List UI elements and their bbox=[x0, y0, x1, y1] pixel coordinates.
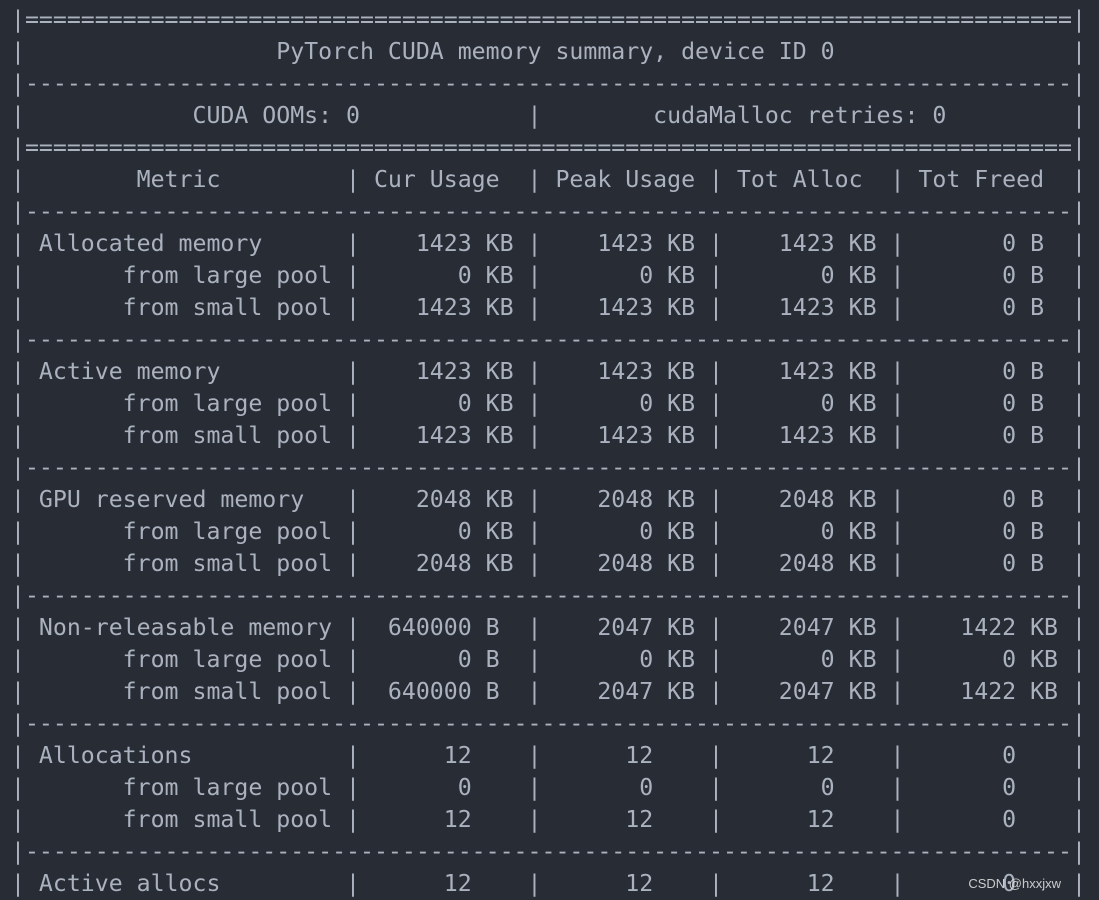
terminal-output: |=======================================… bbox=[11, 4, 1086, 900]
table-divider: |=======================================… bbox=[11, 134, 1086, 161]
table-row: | from small pool | 1423 KB | 1423 KB | … bbox=[11, 422, 1086, 449]
table-row: | from large pool | 0 KB | 0 KB | 0 KB |… bbox=[11, 518, 1086, 545]
table-row: | Active memory | 1423 KB | 1423 KB | 14… bbox=[11, 358, 1086, 385]
table-row: | GPU reserved memory | 2048 KB | 2048 K… bbox=[11, 486, 1086, 513]
table-divider: |---------------------------------------… bbox=[11, 454, 1086, 481]
table-divider: |---------------------------------------… bbox=[11, 838, 1086, 865]
table-row: | from small pool | 1423 KB | 1423 KB | … bbox=[11, 294, 1086, 321]
table-row: | from small pool | 640000 B | 2047 KB |… bbox=[11, 678, 1086, 705]
table-row: | from small pool | 2048 KB | 2048 KB | … bbox=[11, 550, 1086, 577]
table-row: | CUDA OOMs: 0 | cudaMalloc retries: 0 | bbox=[11, 102, 1086, 129]
table-row: | PyTorch CUDA memory summary, device ID… bbox=[11, 38, 1086, 65]
table-row: | Allocated memory | 1423 KB | 1423 KB |… bbox=[11, 230, 1086, 257]
table-row: | from large pool | 0 KB | 0 KB | 0 KB |… bbox=[11, 390, 1086, 417]
table-divider: |=======================================… bbox=[11, 6, 1086, 33]
table-divider: |---------------------------------------… bbox=[11, 198, 1086, 225]
table-row: | from large pool | 0 B | 0 KB | 0 KB | … bbox=[11, 646, 1086, 673]
table-row: | from small pool | 12 | 12 | 12 | 0 | bbox=[11, 806, 1086, 833]
table-divider: |---------------------------------------… bbox=[11, 70, 1086, 97]
table-divider: |---------------------------------------… bbox=[11, 710, 1086, 737]
table-row: | Allocations | 12 | 12 | 12 | 0 | bbox=[11, 742, 1086, 769]
table-row: | Metric | Cur Usage | Peak Usage | Tot … bbox=[11, 166, 1086, 193]
table-row: | from large pool | 0 | 0 | 0 | 0 | bbox=[11, 774, 1086, 801]
watermark: CSDN @hxxjxw bbox=[968, 876, 1061, 891]
table-row: | from large pool | 0 KB | 0 KB | 0 KB |… bbox=[11, 262, 1086, 289]
table-row: | Non-releasable memory | 640000 B | 204… bbox=[11, 614, 1086, 641]
table-row: | Active allocs | 12 | 12 | 12 | 0 | bbox=[11, 870, 1086, 897]
table-divider: |---------------------------------------… bbox=[11, 326, 1086, 353]
table-divider: |---------------------------------------… bbox=[11, 582, 1086, 609]
